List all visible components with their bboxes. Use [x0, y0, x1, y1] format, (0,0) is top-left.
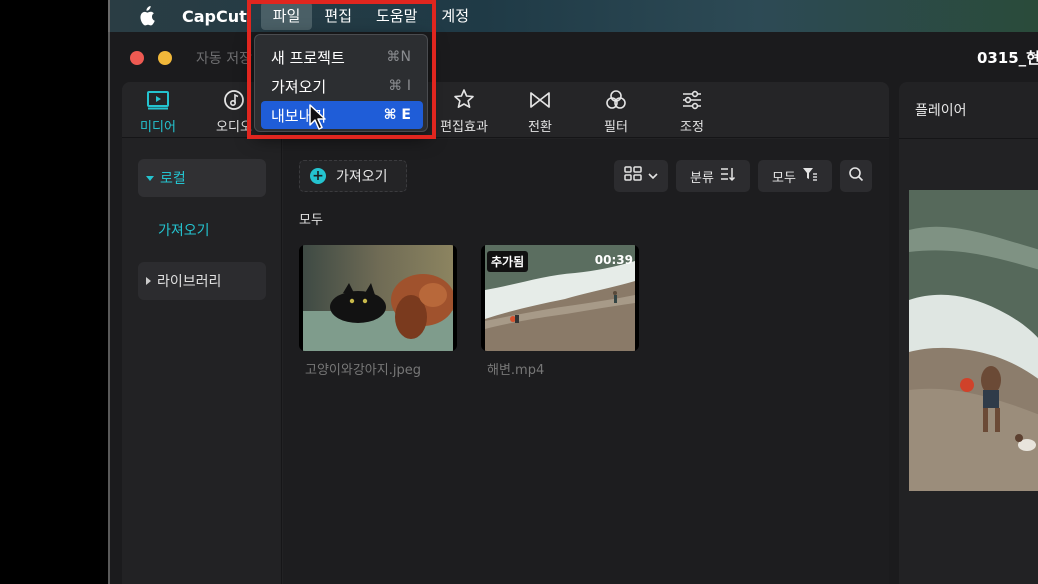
search-icon — [848, 166, 864, 186]
beach-preview-image — [909, 190, 1038, 491]
mouse-cursor-icon — [309, 104, 326, 130]
media-item-cat-dog[interactable] — [299, 245, 457, 351]
minimize-window-button[interactable] — [158, 51, 172, 65]
shortcut-export: ⌘ E — [383, 107, 411, 123]
filter-button-label: 모두 — [772, 170, 796, 186]
sort-button-label: 분류 — [690, 170, 714, 186]
tab-media[interactable]: 미디어 — [128, 88, 188, 138]
player-divider — [899, 138, 1038, 139]
sidebar-item-library-label: 라이브러리 — [157, 274, 222, 290]
menu-account[interactable]: 계정 — [429, 2, 481, 30]
tab-adjust[interactable]: 조정 — [662, 88, 722, 138]
menu-help[interactable]: 도움말 — [364, 2, 429, 30]
project-title: 0315_현 — [976, 49, 1038, 67]
tab-transition-label: 전환 — [528, 120, 552, 135]
shortcut-import: ⌘ I — [388, 78, 411, 94]
media-name-beach: 해변.mp4 — [487, 363, 545, 378]
player-title: 플레이어 — [915, 103, 967, 119]
sidebar-item-local[interactable]: 로컬 — [138, 159, 266, 197]
menu-item-import-label: 가져오기 — [271, 77, 327, 96]
mac-menubar: CapCut 파일 편집 도움말 계정 — [108, 0, 1038, 32]
media-panel: 미디어 오디오 편집효과 전환 필터 조정 로컬 가져오기 라이브러리 + 가져… — [122, 82, 889, 584]
player-preview[interactable] — [909, 190, 1038, 491]
search-button[interactable] — [840, 160, 872, 192]
expand-down-icon — [146, 175, 154, 181]
tab-transition[interactable]: 전환 — [510, 88, 570, 138]
sidebar-item-local-label: 로컬 — [160, 171, 186, 187]
cat-dog-thumbnail — [303, 245, 453, 351]
view-toggle-button[interactable] — [614, 160, 668, 192]
player-panel: 플레이어 — [899, 82, 1038, 584]
tab-filter-label: 필터 — [604, 120, 628, 135]
autosave-label: 자동 저장 — [196, 51, 252, 67]
sidebar-item-library[interactable]: 라이브러리 — [138, 262, 266, 300]
menu-item-import[interactable]: 가져오기 ⌘ I — [261, 72, 423, 100]
tab-media-label: 미디어 — [140, 120, 176, 135]
sort-icon — [720, 166, 736, 186]
media-name-cat-dog: 고양이와강아지.jpeg — [305, 363, 421, 378]
plus-icon: + — [310, 168, 326, 184]
transition-icon — [528, 88, 552, 112]
audio-icon — [222, 88, 246, 112]
close-window-button[interactable] — [130, 51, 144, 65]
file-menu-dropdown: 새 프로젝트 ⌘N 가져오기 ⌘ I 내보내기 ⌘ E — [254, 34, 428, 132]
media-sidebar: 로컬 가져오기 라이브러리 — [122, 139, 282, 584]
app-window: 자동 저장 0315_현 미디어 오디오 편집효과 전환 필터 조정 로컬 가져… — [108, 32, 1038, 584]
media-item-beach[interactable]: 추가됨 00:39 — [481, 245, 639, 351]
filter-icon — [604, 88, 628, 112]
menu-item-new-project[interactable]: 새 프로젝트 ⌘N — [261, 43, 423, 71]
menu-edit[interactable]: 편집 — [312, 2, 364, 30]
asset-toolbar: 미디어 오디오 편집효과 전환 필터 조정 — [122, 82, 889, 138]
tab-effects-label: 편집효과 — [440, 120, 488, 135]
funnel-icon — [802, 166, 818, 186]
tab-effects[interactable]: 편집효과 — [434, 88, 494, 138]
chevron-down-icon — [648, 169, 658, 184]
section-label: 모두 — [299, 213, 323, 228]
tab-adjust-label: 조정 — [680, 120, 704, 135]
apple-icon[interactable] — [136, 6, 156, 26]
expand-right-icon — [146, 277, 151, 285]
import-button-label: 가져오기 — [336, 169, 388, 185]
tab-filter[interactable]: 필터 — [586, 88, 646, 138]
menu-file[interactable]: 파일 — [260, 2, 313, 30]
added-badge: 추가됨 — [487, 251, 529, 272]
menu-item-export[interactable]: 내보내기 ⌘ E — [261, 101, 423, 129]
sidebar-item-import[interactable]: 가져오기 — [138, 211, 266, 249]
grid-icon — [624, 166, 642, 186]
menu-item-new-project-label: 새 프로젝트 — [271, 48, 345, 67]
sort-button[interactable]: 분류 — [676, 160, 750, 192]
shortcut-new-project: ⌘N — [386, 49, 411, 65]
media-icon — [146, 88, 170, 112]
filter-button[interactable]: 모두 — [758, 160, 832, 192]
effects-icon — [452, 88, 476, 112]
title-bar: 자동 저장 0315_현 — [110, 32, 1038, 82]
screen: CapCut 파일 편집 도움말 계정 자동 저장 0315_현 미디어 오디오… — [0, 0, 1038, 584]
tab-audio-label: 오디오 — [216, 120, 252, 135]
adjust-icon — [680, 88, 704, 112]
app-name-menu[interactable]: CapCut — [182, 7, 247, 26]
import-button[interactable]: + 가져오기 — [299, 160, 407, 192]
media-content: + 가져오기 분류 모두 모두 고양이와강아지.jpeg 추가됨 00:39 해… — [283, 139, 889, 584]
duration-label: 00:39 — [594, 253, 633, 267]
